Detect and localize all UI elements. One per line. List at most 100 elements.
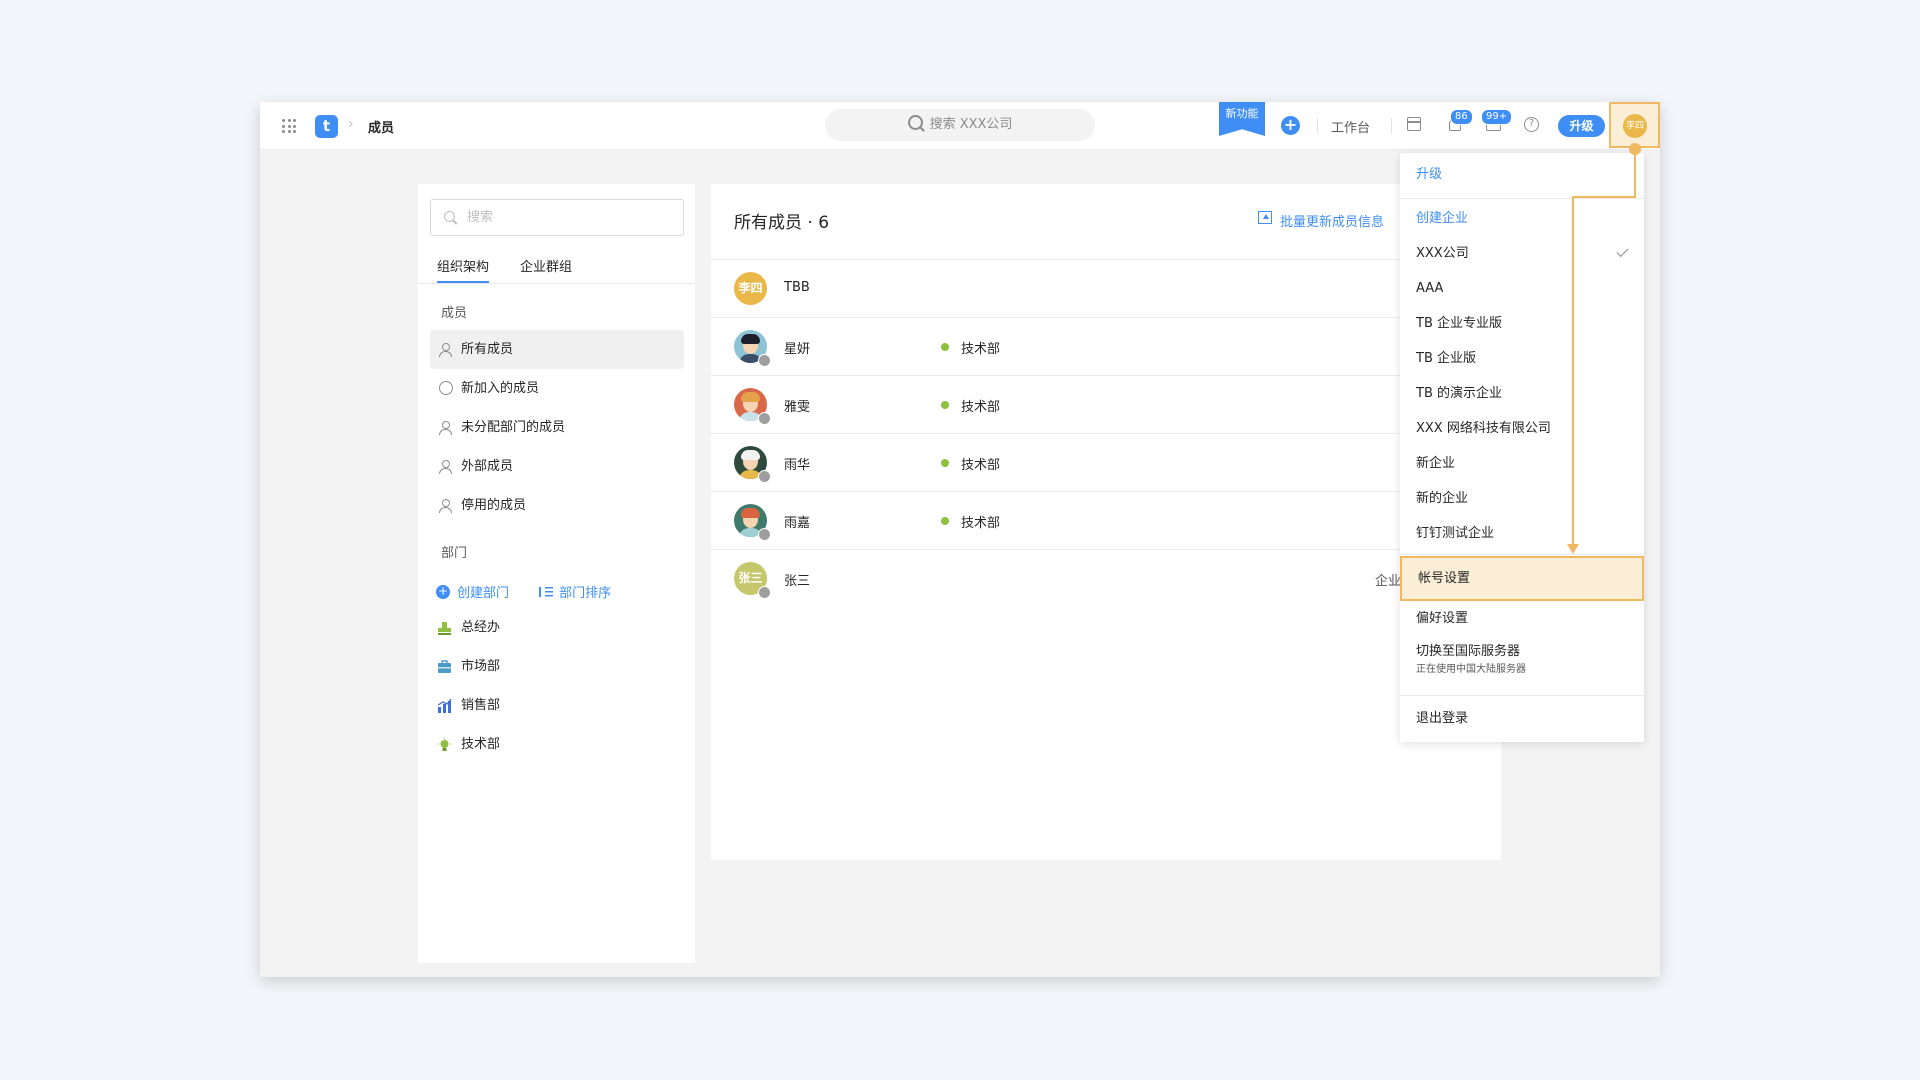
sidebar-item-new-members[interactable]: 新加入的成员: [430, 369, 684, 408]
search-icon: [907, 115, 923, 130]
members-panel: 所有成员 · 6 批量更新成员信息 李四 TBB 星妍 技术部 雅雯 技术部 雨…: [711, 184, 1501, 860]
app-logo[interactable]: t: [315, 115, 338, 138]
avatar: 李四: [734, 272, 767, 305]
notification-badge: 86: [1450, 109, 1473, 125]
annotation-arrow: [1567, 544, 1579, 554]
batch-update-button[interactable]: 批量更新成员信息: [1257, 211, 1384, 230]
user-circle-icon: [439, 381, 453, 395]
upgrade-button[interactable]: 升级: [1558, 115, 1605, 137]
person-icon: [439, 460, 452, 474]
company-label: XXX公司: [1416, 246, 1469, 261]
create-department-button[interactable]: + 创建部门: [436, 582, 509, 601]
tab-company-groups[interactable]: 企业群组: [520, 256, 572, 275]
member-row[interactable]: 雨华 技术部: [711, 433, 1501, 492]
menu-item-company[interactable]: TB 的演示企业: [1400, 376, 1644, 411]
create-department-label: 创建部门: [457, 586, 510, 601]
sidebar-item-all-members[interactable]: 所有成员: [430, 330, 684, 369]
menu-item-company[interactable]: AAA: [1400, 271, 1644, 306]
menu-item-create-company[interactable]: 创建企业: [1400, 201, 1644, 236]
department-item[interactable]: 销售部: [437, 697, 500, 715]
clock-icon: [758, 354, 771, 367]
department-label: 销售部: [461, 698, 501, 713]
member-row[interactable]: 李四 TBB: [711, 259, 1501, 318]
app-grid-icon[interactable]: [282, 119, 296, 133]
department-actions: + 创建部门 部门排序: [436, 582, 611, 601]
annotation-line: [1572, 196, 1636, 198]
switch-server-label: 切换至国际服务器: [1416, 644, 1521, 659]
menu-item-company[interactable]: 钉钉测试企业: [1400, 516, 1644, 551]
person-icon: [439, 499, 452, 513]
members-title: 所有成员 · 6: [734, 213, 830, 233]
members-section-heading: 成员: [441, 306, 468, 321]
member-row[interactable]: 雨嘉 技术部: [711, 491, 1501, 550]
member-department: 技术部: [941, 454, 1000, 473]
global-search-input[interactable]: 搜索 XXX公司: [825, 109, 1095, 141]
menu-item-company[interactable]: 新企业: [1400, 446, 1644, 481]
divider: [1400, 554, 1644, 555]
sidebar-item-unassigned-members[interactable]: 未分配部门的成员: [430, 408, 684, 447]
add-button[interactable]: +: [1281, 116, 1300, 135]
member-row[interactable]: 雅雯 技术部: [711, 375, 1501, 434]
menu-item-switch-server[interactable]: 切换至国际服务器 正在使用中国大陆服务器: [1400, 638, 1644, 686]
department-item[interactable]: 技术部: [437, 736, 500, 754]
divider: [1391, 118, 1392, 134]
sidebar-item-label: 外部成员: [461, 459, 514, 474]
workbench-link[interactable]: 工作台: [1331, 117, 1370, 136]
global-search-placeholder: 搜索 XXX公司: [929, 117, 1013, 132]
check-icon: [1616, 244, 1629, 258]
avatar: 李四: [1623, 114, 1647, 138]
sidebar-search-placeholder: 搜索: [467, 210, 494, 225]
menu-item-account-settings[interactable]: 帐号设置: [1400, 556, 1644, 601]
department-item[interactable]: 总经办: [437, 619, 500, 637]
member-name: 雅雯: [784, 400, 811, 415]
member-name: 雨华: [784, 458, 811, 473]
sidebar-item-external-members[interactable]: 外部成员: [430, 447, 684, 486]
divider: [1400, 198, 1644, 199]
user-avatar-button[interactable]: 李四: [1609, 102, 1660, 148]
top-bar: t › 成员 搜索 XXX公司 新功能 + 工作台 86 99+ ? 升级 李四: [260, 102, 1660, 150]
annotation-line: [1634, 152, 1636, 198]
sidebar-tabs: 组织架构 企业群组: [418, 248, 695, 284]
sidebar-search-input[interactable]: 搜索: [430, 199, 684, 236]
calendar-icon[interactable]: [1407, 117, 1421, 131]
sidebar-item-label: 所有成员: [461, 342, 514, 357]
sidebar-item-disabled-members[interactable]: 停用的成员: [430, 486, 684, 525]
member-row[interactable]: 星妍 技术部: [711, 317, 1501, 376]
app-window: t › 成员 搜索 XXX公司 新功能 + 工作台 86 99+ ? 升级 李四…: [260, 102, 1660, 977]
menu-item-preferences[interactable]: 偏好设置: [1400, 601, 1644, 636]
department-label: 技术部: [461, 737, 501, 752]
menu-item-company[interactable]: TB 企业版: [1400, 341, 1644, 376]
menu-item-company[interactable]: 新的企业: [1400, 481, 1644, 516]
divider: [1400, 695, 1644, 696]
department-label: 总经办: [461, 620, 501, 635]
member-extra: 企业: [1375, 574, 1402, 589]
department-item[interactable]: 市场部: [437, 658, 500, 676]
divider: [1317, 118, 1318, 134]
member-department: 技术部: [941, 512, 1000, 531]
menu-item-company[interactable]: XXX公司: [1400, 236, 1644, 271]
member-department: 技术部: [941, 396, 1000, 415]
plus-circle-icon: +: [436, 583, 450, 599]
chevron-right-icon: ›: [348, 116, 354, 132]
sidebar-item-label: 未分配部门的成员: [461, 420, 566, 435]
lightbulb-icon: [438, 738, 451, 751]
clock-icon: [758, 470, 771, 483]
search-icon: [444, 211, 455, 222]
sort-list-icon: [539, 586, 554, 597]
clock-icon: [758, 412, 771, 425]
member-row[interactable]: 张三 张三 企业: [711, 549, 1501, 608]
clock-icon: [758, 586, 771, 599]
tab-org-structure[interactable]: 组织架构: [437, 256, 490, 283]
sort-departments-button[interactable]: 部门排序: [539, 582, 611, 601]
menu-item-company[interactable]: XXX 网络科技有限公司: [1400, 411, 1644, 446]
menu-item-upgrade[interactable]: 升级: [1400, 157, 1644, 192]
inbox-badge: 99+: [1481, 109, 1513, 125]
help-icon[interactable]: ?: [1524, 117, 1539, 132]
member-name: 星妍: [784, 342, 811, 357]
new-feature-ribbon[interactable]: 新功能: [1219, 102, 1265, 136]
sort-departments-label: 部门排序: [559, 586, 612, 601]
annotation-line: [1572, 196, 1574, 546]
person-icon: [439, 343, 452, 357]
menu-item-company[interactable]: TB 企业专业版: [1400, 306, 1644, 341]
menu-item-logout[interactable]: 退出登录: [1400, 701, 1644, 736]
